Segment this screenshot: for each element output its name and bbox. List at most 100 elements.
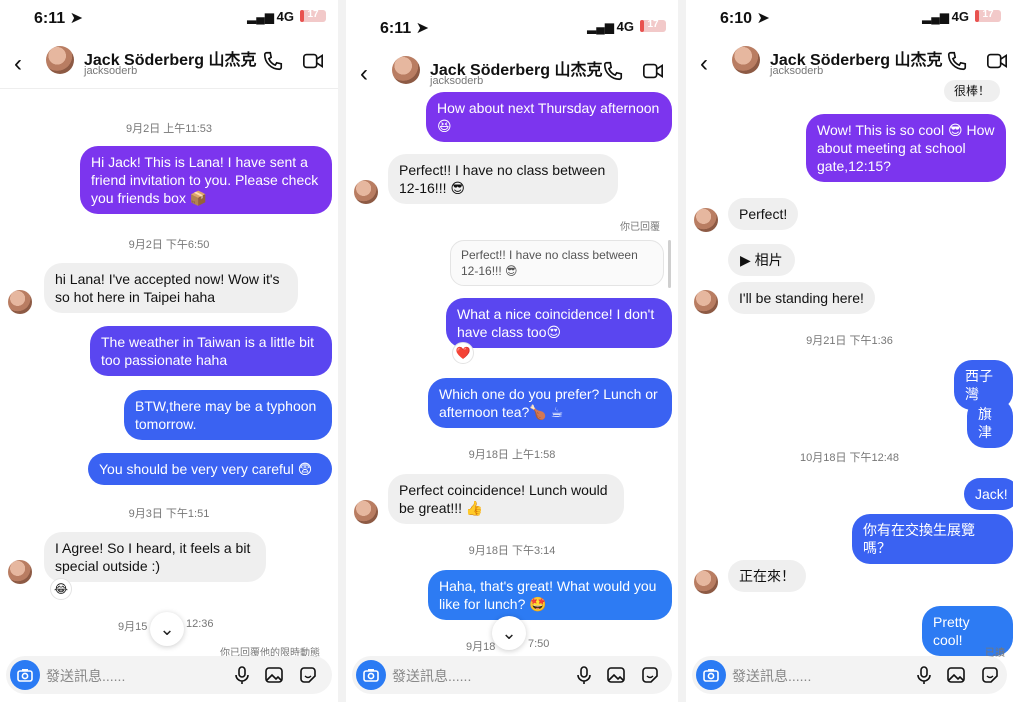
message-bubble-received[interactable]: 很棒！ [944,80,1001,102]
message-bubble-sent[interactable]: How about next Thursday afternoon 😆 [426,92,672,142]
network-label: 4G [276,9,294,24]
avatar[interactable] [354,180,378,204]
message-composer: 發送訊息...... [6,656,332,694]
chevron-down-icon[interactable]: ⌄ [150,612,184,646]
chat-panel-3: 6:10 ➤ ▂▄▆ 4G 17 ‹ Jack Söderberg 山杰克 ja… [686,0,1013,702]
avatar[interactable] [46,46,74,74]
battery-level: 17 [982,9,994,20]
message-bubble-received[interactable]: 正在來！ [728,560,806,592]
reaction-emoji[interactable]: ❤️ [452,342,474,364]
status-time: 6:10 ➤ [720,10,770,27]
gallery-icon[interactable] [264,665,284,685]
gallery-icon[interactable] [606,665,626,685]
you-replied-label: 你已回覆 [620,222,660,233]
network-label: 4G [951,9,969,24]
avatar[interactable] [392,56,420,84]
sticker-icon[interactable] [980,665,1000,685]
message-bubble-received[interactable]: Perfect coincidence! Lunch would be grea… [388,474,624,524]
signal-icon: ▂▄▆ [587,20,614,34]
timestamp: 9月2日 上午11:53 [125,123,212,135]
timestamp: 7:50 [528,638,550,650]
sticker-icon[interactable] [298,665,318,685]
avatar[interactable] [732,46,760,74]
message-bubble-sent[interactable]: 旗津 [967,398,1013,448]
message-bubble-sent[interactable]: What a nice coincidence! I don't have cl… [446,298,672,348]
quoted-message[interactable]: Perfect!! I have no class between 12-16!… [450,240,664,286]
back-arrow-icon[interactable]: ‹ [700,50,708,78]
photo-attachment[interactable]: ▶ 相片 [728,244,795,276]
message-bubble-sent[interactable]: Haha, that's great! What would you like … [428,570,672,620]
message-bubble-sent[interactable]: Jack! [964,478,1013,510]
message-bubble-received[interactable]: Perfect!! I have no class between 12-16!… [388,154,618,204]
phone-icon[interactable] [602,60,624,82]
video-camera-icon[interactable] [986,50,1008,72]
microphone-icon[interactable] [232,665,252,685]
sticker-icon[interactable] [640,665,660,685]
battery-icon: 17 [975,9,1001,22]
timestamp: 9月18日 上午1:58 [468,449,556,461]
chat-panel-2: 6:11 ➤ ▂▄▆ 4G 17 ‹ Jack Söderberg 山杰克 ja… [346,0,678,702]
message-bubble-sent[interactable]: 你有在交換生展覽嗎？ [852,514,1013,564]
message-bubble-sent[interactable]: The weather in Taiwan is a little bit to… [90,326,332,376]
message-bubble-received[interactable]: I Agree! So I heard, it feels a bit spec… [44,532,266,582]
message-bubble-received[interactable]: Perfect! [728,198,799,230]
battery-level: 17 [647,19,659,30]
status-time: 6:11 ➤ [34,10,83,27]
timestamp: 9月3日 下午1:51 [128,508,210,520]
camera-icon[interactable] [356,660,386,690]
message-bubble-received[interactable]: I'll be standing here! [728,282,875,314]
network-label: 4G [616,19,634,34]
status-bar: 6:11 ➤ ▂▄▆ 4G 17 [0,0,338,36]
avatar[interactable] [694,290,718,314]
timestamp: 9月18 [466,641,496,653]
chevron-down-icon[interactable]: ⌄ [492,616,526,650]
message-bubble-sent[interactable]: BTW,there may be a typhoon tomorrow. [124,390,332,440]
gallery-icon[interactable] [946,665,966,685]
phone-icon[interactable] [946,50,968,72]
microphone-icon[interactable] [914,665,934,685]
contact-username: jacksoderb [84,65,138,77]
signal-icon: ▂▄▆ [247,10,274,24]
camera-icon[interactable] [10,660,40,690]
message-bubble-sent[interactable]: Wow! This is so cool 😎 How about meeting… [806,114,1006,182]
back-arrow-icon[interactable]: ‹ [360,60,368,88]
chat-panel-1: 6:11 ➤ ▂▄▆ 4G 17 ‹ Jack Söderberg 山杰克 ja… [0,0,338,702]
video-camera-icon[interactable] [642,60,664,82]
message-input[interactable]: 發送訊息...... [46,666,125,686]
timestamp: 10月18日 下午12:48 [799,452,900,464]
contact-username: jacksoderb [430,75,484,87]
battery-icon: 17 [640,19,666,32]
message-input[interactable]: 發送訊息...... [392,666,471,686]
battery-icon: 17 [300,9,326,22]
phone-icon[interactable] [262,50,284,72]
message-bubble-sent[interactable]: Hi Jack! This is Lana! I have sent a fri… [80,146,332,214]
status-time: 6:11 ➤ [380,20,429,37]
reaction-emoji[interactable]: 😂 [50,578,72,600]
timestamp: 9月21日 下午1:36 [806,335,893,347]
timestamp: 9月2日 下午6:50 [128,239,210,251]
avatar[interactable] [694,208,718,232]
contact-username: jacksoderb [770,65,824,77]
message-input[interactable]: 發送訊息...... [732,666,811,686]
camera-icon[interactable] [696,660,726,690]
avatar[interactable] [8,560,32,584]
timestamp: 9月15 [118,621,148,633]
timestamp: 12:36 [186,618,214,630]
message-composer: 發送訊息...... [352,656,672,694]
message-bubble-sent[interactable]: Which one do you prefer? Lunch or aftern… [428,378,672,428]
microphone-icon[interactable] [574,665,594,685]
signal-icon: ▂▄▆ [922,10,949,24]
battery-level: 17 [307,9,319,20]
status-bar: 6:10 ➤ ▂▄▆ 4G 17 [686,0,1013,36]
avatar[interactable] [8,290,32,314]
back-arrow-icon[interactable]: ‹ [14,50,22,78]
avatar[interactable] [694,570,718,594]
quote-indicator [668,240,671,288]
status-bar: 6:11 ➤ ▂▄▆ 4G 17 [346,10,678,46]
message-bubble-sent[interactable]: You should be very very careful 😨 [88,453,332,485]
video-camera-icon[interactable] [302,50,324,72]
message-composer: 發送訊息...... [692,656,1007,694]
avatar[interactable] [354,500,378,524]
message-bubble-received[interactable]: hi Lana! I've accepted now! Wow it's so … [44,263,298,313]
chat-header: ‹ Jack Söderberg 山杰克 jacksoderb [0,40,338,90]
